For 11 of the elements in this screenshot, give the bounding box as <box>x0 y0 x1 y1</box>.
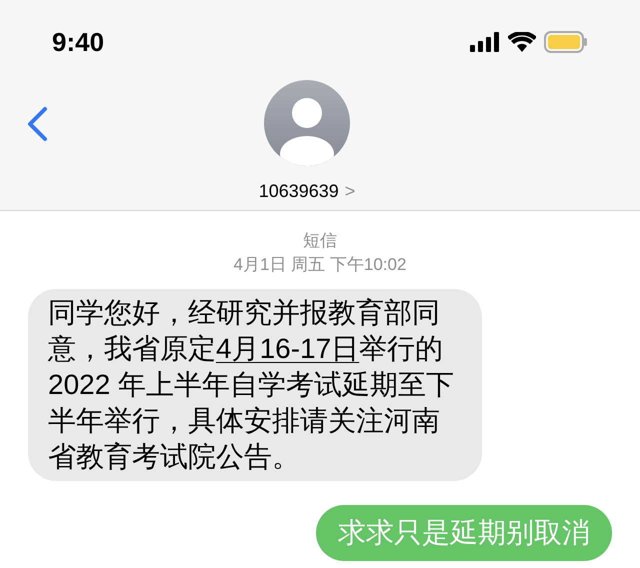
signal-icon <box>470 32 500 52</box>
message-timestamp: 4月1日 周五 下午10:02 <box>234 254 406 276</box>
back-icon[interactable] <box>26 106 48 142</box>
contact-number[interactable]: 10639639 <box>258 178 339 205</box>
message-bubble: 同学您好，经研究并报教育部同意，我省原定4月16-17日举行的 2022 年上半年自学考试延期至下半年举行，具体安排请关注河南省教育考试院公告。 <box>28 289 482 481</box>
status-time: 9:40 <box>52 26 104 58</box>
message-bubble: 求求只是延期别取消 <box>316 505 612 561</box>
wifi-icon <box>508 32 536 52</box>
battery-icon <box>544 31 588 53</box>
avatar-icon[interactable] <box>264 80 350 166</box>
service-label: 短信 <box>303 230 337 252</box>
